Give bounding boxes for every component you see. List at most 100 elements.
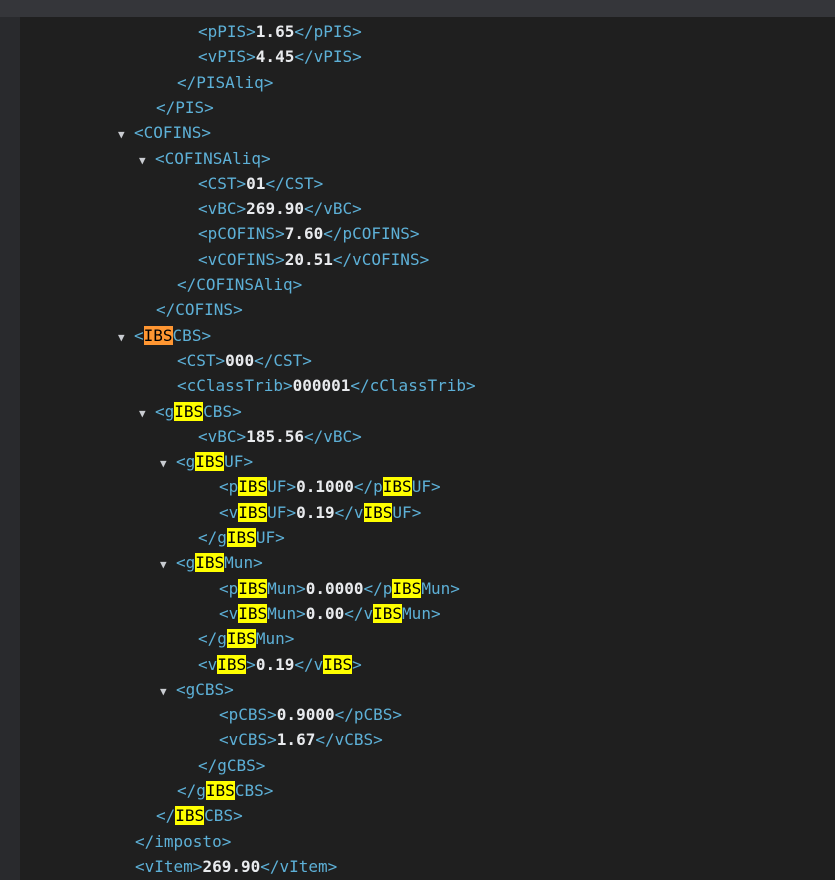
xml-tag: <pCOFINS> — [198, 224, 285, 244]
search-match-highlight: IBS — [363, 502, 393, 522]
xml-line: </gIBSMun> — [198, 626, 294, 651]
xml-tag: UF> — [267, 502, 297, 522]
xml-tag: CBS> — [203, 401, 242, 421]
collapse-toggle-icon[interactable]: ▼ — [139, 148, 155, 173]
collapse-toggle-icon[interactable]: ▼ — [139, 401, 155, 426]
xml-tag: UF> — [255, 528, 285, 547]
top-bar — [0, 0, 835, 17]
xml-tag: </g — [198, 528, 227, 547]
xml-tag: <vBC> — [198, 426, 247, 446]
xml-tag: <vItem> — [135, 856, 203, 876]
xml-tag: <pPIS> — [198, 22, 256, 41]
xml-tag: </v — [334, 502, 364, 522]
xml-line: </imposto> — [135, 829, 231, 854]
xml-tag: <COFINS> — [134, 123, 212, 143]
xml-viewer: <pPIS>1.65</pPIS> <vPIS>4.45</vPIS> </PISA… — [0, 0, 835, 880]
search-match-highlight: IBS — [195, 553, 225, 573]
xml-tag: CBS> — [234, 781, 274, 800]
element-value: 0.19 — [255, 654, 295, 674]
xml-tag: </g — [198, 629, 227, 649]
xml-line[interactable]: ▼ <COFINSAliq> — [139, 146, 271, 171]
search-match-highlight: IBS — [175, 806, 205, 826]
xml-tag: </vPIS> — [294, 47, 362, 67]
collapse-toggle-icon[interactable]: ▼ — [160, 679, 176, 704]
xml-tag: </g — [177, 781, 206, 800]
xml-line: <CST>01</CST> — [198, 171, 323, 196]
xml-line: <vPIS>4.45</vPIS> — [198, 44, 362, 69]
xml-tag: </pCOFINS> — [323, 224, 420, 244]
xml-tag: </PIS> — [156, 97, 214, 117]
xml-tag: UF> — [392, 502, 422, 522]
search-match-highlight: IBS — [205, 781, 235, 800]
element-value: 1.67 — [276, 730, 316, 750]
xml-line[interactable]: ▼ <gIBSMun> — [160, 550, 263, 575]
xml-tag: CBS> — [172, 325, 212, 345]
xml-tag: > — [352, 654, 362, 674]
xml-line[interactable]: ▼ <gCBS> — [160, 677, 234, 702]
xml-tag: <vBC> — [198, 199, 247, 219]
xml-tag: > — [246, 654, 256, 674]
xml-tag: <vPIS> — [198, 47, 256, 67]
element-value: 0.00 — [305, 603, 345, 623]
xml-tag: </p — [363, 578, 393, 598]
search-match-highlight: IBS — [392, 578, 422, 598]
xml-tag: <v — [198, 654, 218, 674]
xml-tag: UF> — [267, 477, 297, 497]
xml-line: <vBC>269.90</vBC> — [198, 196, 362, 221]
xml-line[interactable]: ▼ <gIBSUF> — [160, 449, 253, 474]
element-value: 000 — [225, 350, 255, 370]
xml-line[interactable]: ▼ <COFINS> — [118, 120, 211, 145]
element-value: 0.0000 — [305, 578, 364, 598]
xml-tag: <CST> — [177, 350, 226, 370]
element-value: 0.19 — [296, 502, 335, 522]
xml-tag: Mun> — [224, 553, 263, 573]
xml-line: <pCBS>0.9000</pCBS> — [219, 702, 402, 727]
search-match-highlight: IBS — [373, 603, 403, 623]
xml-tag: Mun> — [267, 603, 306, 623]
xml-tag: CBS> — [204, 806, 243, 826]
collapse-toggle-icon[interactable]: ▼ — [160, 552, 176, 577]
xml-tag: <gCBS> — [176, 679, 234, 699]
xml-tag: Mun> — [255, 629, 295, 649]
xml-line: <vIBSUF>0.19</vIBSUF> — [219, 500, 421, 525]
xml-tag: </vCOFINS> — [332, 249, 430, 269]
search-match-highlight: IBS — [382, 477, 412, 497]
search-match-highlight: IBS — [238, 578, 268, 598]
search-match-highlight: IBS — [238, 502, 268, 522]
collapse-toggle-icon[interactable]: ▼ — [118, 325, 134, 350]
search-match-highlight: IBS — [323, 654, 353, 674]
xml-tag: <g — [176, 553, 196, 573]
xml-line: <cClassTrib>000001</cClassTrib> — [177, 373, 476, 398]
element-value: 7.60 — [284, 224, 324, 244]
xml-line: </gIBSUF> — [198, 525, 285, 550]
xml-tag: UF> — [411, 477, 441, 497]
xml-tag: </CST> — [265, 173, 324, 193]
xml-tag: <pCBS> — [219, 705, 277, 725]
xml-tag: </CST> — [254, 350, 312, 370]
element-value: 000001 — [292, 376, 351, 396]
xml-tag: </gCBS> — [198, 755, 266, 775]
element-value: 269.90 — [246, 199, 304, 219]
search-match-highlight: IBS — [174, 401, 204, 421]
element-value: 269.90 — [202, 856, 261, 876]
xml-tag: </vItem> — [260, 856, 338, 876]
xml-tag: < — [134, 325, 144, 345]
element-value: 20.51 — [284, 249, 333, 269]
search-match-highlight: IBS — [226, 629, 256, 649]
search-match-highlight: IBS — [217, 654, 247, 674]
xml-tag: </p — [353, 477, 383, 497]
collapse-toggle-icon[interactable]: ▼ — [160, 451, 176, 476]
search-match-highlight: IBS — [195, 452, 225, 472]
collapse-toggle-icon[interactable]: ▼ — [118, 122, 134, 147]
xml-line: <vCBS>1.67</vCBS> — [219, 727, 383, 752]
element-value: 0.1000 — [296, 477, 354, 497]
xml-tag: </vBC> — [303, 426, 362, 446]
xml-tag: <v — [219, 603, 239, 623]
xml-tag: </ — [156, 806, 176, 826]
xml-line[interactable]: ▼ <IBSCBS> — [118, 323, 211, 348]
xml-tag: <CST> — [198, 173, 247, 193]
xml-line[interactable]: ▼ <gIBSCBS> — [139, 399, 242, 424]
xml-tree: <pPIS>1.65</pPIS> <vPIS>4.45</vPIS> </PISA… — [20, 17, 835, 880]
xml-line: </IBSCBS> — [156, 803, 243, 828]
xml-tag: </v — [294, 654, 324, 674]
